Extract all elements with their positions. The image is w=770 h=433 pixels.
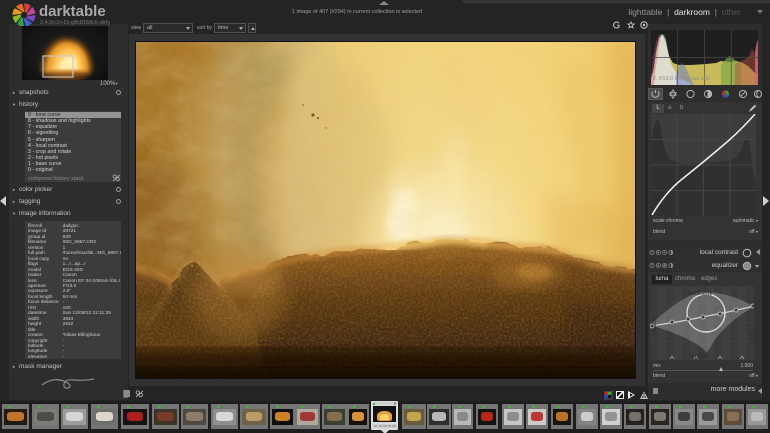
svg-text:fine: fine	[748, 332, 754, 342]
svg-text:coarse: coarse	[652, 315, 658, 334]
svg-text:2. f/13.0 84mm iso 100: 2. f/13.0 84mm iso 100	[653, 76, 710, 82]
svg-text:smooth: smooth	[690, 354, 710, 360]
svg-text:contrasty: contrasty	[688, 291, 712, 297]
